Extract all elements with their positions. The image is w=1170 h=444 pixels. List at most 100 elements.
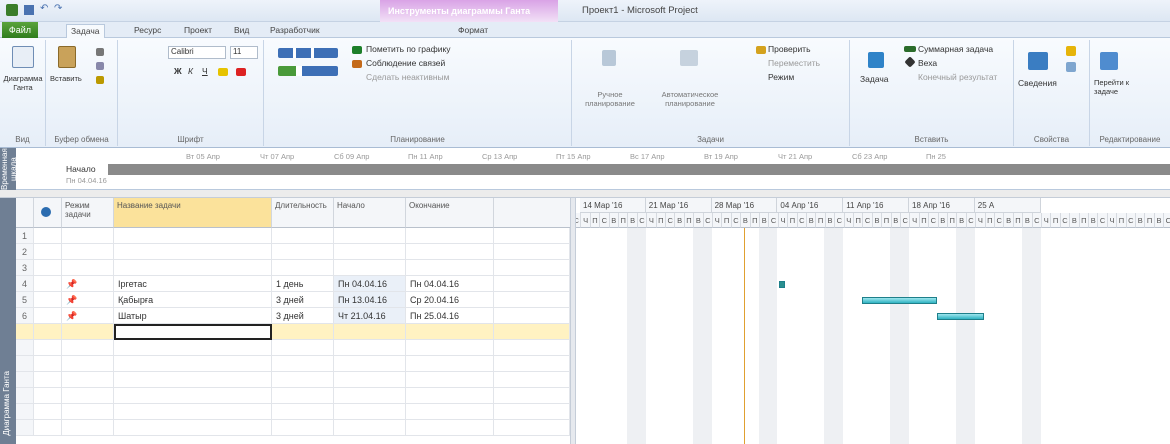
save-icon[interactable] bbox=[24, 5, 34, 15]
finish-cell[interactable] bbox=[406, 404, 494, 420]
empty-cell[interactable] bbox=[494, 244, 570, 260]
underline-button[interactable]: Ч bbox=[202, 66, 208, 76]
indicator-cell[interactable] bbox=[34, 244, 62, 260]
start-header[interactable]: Начало bbox=[334, 198, 406, 228]
task-bar[interactable] bbox=[937, 313, 985, 320]
task-name-cell[interactable] bbox=[114, 388, 272, 404]
format-painter-icon[interactable] bbox=[96, 76, 104, 84]
task-name-cell[interactable] bbox=[114, 356, 272, 372]
task-name-cell[interactable] bbox=[114, 340, 272, 356]
empty-cell[interactable] bbox=[494, 228, 570, 244]
task-mode-cell[interactable]: 📌 bbox=[62, 276, 114, 292]
gantt-view-button[interactable]: Диаграмма Ганта bbox=[2, 74, 44, 92]
start-cell[interactable] bbox=[334, 324, 406, 340]
empty-cell[interactable] bbox=[494, 372, 570, 388]
scroll-to-task-button[interactable]: Перейти к задаче bbox=[1094, 78, 1150, 96]
duration-cell[interactable] bbox=[272, 404, 334, 420]
indicator-cell[interactable] bbox=[34, 292, 62, 308]
duration-cell[interactable] bbox=[272, 340, 334, 356]
task-name-cell[interactable] bbox=[114, 420, 272, 436]
duration-cell[interactable]: 3 дней bbox=[272, 308, 334, 324]
indicator-cell[interactable] bbox=[34, 308, 62, 324]
finish-cell[interactable] bbox=[406, 356, 494, 372]
timeline-bar[interactable] bbox=[108, 164, 1170, 175]
fill-color-icon[interactable] bbox=[218, 68, 228, 76]
task-name-cell[interactable] bbox=[114, 228, 272, 244]
task-name-header[interactable]: Название задачи bbox=[114, 198, 272, 228]
empty-cell[interactable] bbox=[494, 308, 570, 324]
empty-cell[interactable] bbox=[494, 276, 570, 292]
duration-cell[interactable] bbox=[272, 420, 334, 436]
redo-icon[interactable]: ↷ bbox=[54, 3, 62, 14]
finish-cell[interactable] bbox=[406, 372, 494, 388]
file-tab[interactable]: Файл bbox=[2, 22, 38, 38]
indicators-header[interactable] bbox=[34, 198, 62, 228]
start-cell[interactable] bbox=[334, 356, 406, 372]
finish-cell[interactable] bbox=[406, 260, 494, 276]
start-cell[interactable] bbox=[334, 260, 406, 276]
indicator-cell[interactable] bbox=[34, 260, 62, 276]
auto-schedule-button[interactable]: Автоматическое планирование bbox=[652, 90, 728, 108]
information-button[interactable]: Сведения bbox=[1018, 78, 1057, 88]
indicator-cell[interactable] bbox=[34, 356, 62, 372]
cut-icon[interactable] bbox=[96, 48, 104, 56]
start-cell[interactable] bbox=[334, 372, 406, 388]
task-name-cell[interactable] bbox=[114, 244, 272, 260]
start-cell[interactable] bbox=[334, 420, 406, 436]
inactivate-button[interactable]: Сделать неактивным bbox=[366, 72, 450, 82]
indicator-cell[interactable] bbox=[34, 228, 62, 244]
start-cell[interactable] bbox=[334, 388, 406, 404]
task-mode-cell[interactable] bbox=[62, 356, 114, 372]
finish-cell[interactable] bbox=[406, 244, 494, 260]
task-name-cell[interactable]: Іргетас bbox=[114, 276, 272, 292]
finish-cell[interactable] bbox=[406, 340, 494, 356]
finish-cell[interactable]: Ср 20.04.16 bbox=[406, 292, 494, 308]
task-mode-header[interactable]: Режим задачи bbox=[62, 198, 114, 228]
task-mode-cell[interactable] bbox=[62, 228, 114, 244]
duration-cell[interactable] bbox=[272, 260, 334, 276]
font-size-select[interactable]: 11 bbox=[230, 46, 258, 59]
task-mode-cell[interactable]: 📌 bbox=[62, 292, 114, 308]
outdent-icon[interactable] bbox=[278, 48, 338, 58]
font-color-icon[interactable] bbox=[236, 68, 246, 76]
duration-cell[interactable] bbox=[272, 356, 334, 372]
task-name-cell[interactable] bbox=[114, 404, 272, 420]
undo-icon[interactable]: ↶ bbox=[40, 3, 48, 14]
start-cell[interactable] bbox=[334, 228, 406, 244]
empty-cell[interactable] bbox=[494, 260, 570, 276]
task-name-cell[interactable] bbox=[114, 372, 272, 388]
details-icon[interactable] bbox=[1066, 62, 1076, 72]
duration-cell[interactable] bbox=[272, 228, 334, 244]
tab-resource[interactable]: Ресурс bbox=[130, 24, 165, 38]
tab-view[interactable]: Вид bbox=[230, 24, 253, 38]
task-mode-cell[interactable] bbox=[62, 340, 114, 356]
mark-on-track-button[interactable]: Пометить по графику bbox=[366, 44, 451, 54]
duration-cell[interactable] bbox=[272, 372, 334, 388]
bold-button[interactable]: Ж bbox=[174, 66, 182, 76]
finish-cell[interactable] bbox=[406, 228, 494, 244]
font-name-select[interactable]: Calibri bbox=[168, 46, 226, 59]
indicator-cell[interactable] bbox=[34, 420, 62, 436]
summary-task-button[interactable]: Суммарная задача bbox=[918, 44, 993, 54]
tab-format[interactable]: Формат bbox=[454, 24, 492, 38]
duration-cell[interactable] bbox=[272, 388, 334, 404]
finish-cell[interactable] bbox=[406, 420, 494, 436]
empty-cell[interactable] bbox=[494, 356, 570, 372]
manual-schedule-button[interactable]: Ручное планирование bbox=[580, 90, 640, 108]
task-mode-cell[interactable] bbox=[62, 244, 114, 260]
task-name-cell[interactable]: Шатыр bbox=[114, 308, 272, 324]
duration-header[interactable]: Длительность bbox=[272, 198, 334, 228]
duration-cell[interactable] bbox=[272, 244, 334, 260]
indicator-cell[interactable] bbox=[34, 324, 62, 340]
task-mode-cell[interactable] bbox=[62, 372, 114, 388]
insert-task-button[interactable]: Задача bbox=[860, 74, 889, 84]
indicator-cell[interactable] bbox=[34, 404, 62, 420]
tab-developer[interactable]: Разработчик bbox=[266, 24, 324, 38]
timeline-divider[interactable] bbox=[0, 190, 1170, 198]
empty-cell[interactable] bbox=[494, 420, 570, 436]
copy-icon[interactable] bbox=[96, 62, 104, 70]
empty-cell[interactable] bbox=[494, 404, 570, 420]
finish-header[interactable]: Окончание bbox=[406, 198, 494, 228]
select-all-corner[interactable] bbox=[16, 198, 34, 228]
deliverable-button[interactable]: Конечный результат bbox=[918, 72, 997, 82]
